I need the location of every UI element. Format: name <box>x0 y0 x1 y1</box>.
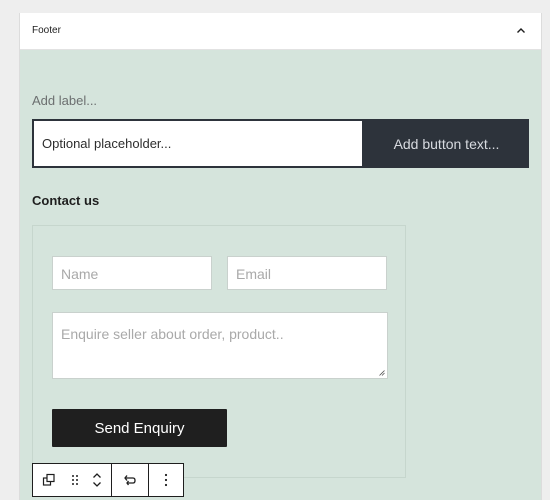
name-placeholder: Name <box>61 266 99 282</box>
add-label-placeholder[interactable]: Add label... <box>32 93 97 108</box>
email-placeholder: Email <box>236 266 272 282</box>
copy-icon[interactable] <box>33 464 65 496</box>
move-up-icon[interactable] <box>91 471 103 480</box>
newsletter-form: Optional placeholder... Add button text.… <box>32 119 529 168</box>
block-toolbar <box>32 463 184 497</box>
send-enquiry-button[interactable]: Send Enquiry <box>52 409 227 447</box>
footer-panel: Footer Add label... Optional placeholder… <box>19 13 542 500</box>
move-down-icon[interactable] <box>91 480 103 489</box>
message-placeholder: Enquire seller about order, product.. <box>61 326 284 342</box>
panel-header[interactable]: Footer <box>20 13 541 50</box>
name-field[interactable]: Name <box>52 256 212 290</box>
panel-title: Footer <box>32 25 61 36</box>
newsletter-input-placeholder: Optional placeholder... <box>42 136 172 151</box>
newsletter-button[interactable]: Add button text... <box>364 119 529 168</box>
drag-handle-icon[interactable] <box>65 464 85 496</box>
newsletter-input[interactable]: Optional placeholder... <box>32 119 364 168</box>
chevron-up-icon[interactable] <box>513 23 529 39</box>
contact-heading[interactable]: Contact us <box>32 193 99 208</box>
more-options-icon[interactable] <box>149 464 183 496</box>
resize-grip-icon[interactable] <box>379 370 385 376</box>
email-field[interactable]: Email <box>227 256 387 290</box>
message-field[interactable]: Enquire seller about order, product.. <box>52 312 388 379</box>
transform-icon[interactable] <box>112 464 148 496</box>
contact-form: Name Email Enquire seller about order, p… <box>32 225 406 478</box>
